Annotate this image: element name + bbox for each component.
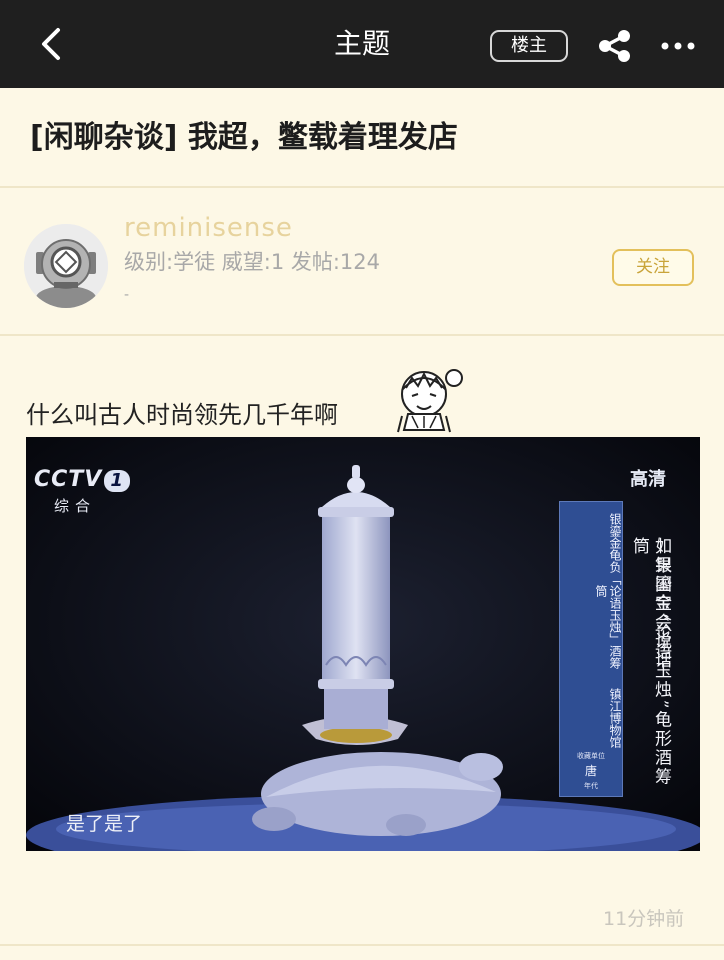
avatar[interactable]	[24, 224, 108, 308]
era-label: 年代	[584, 782, 598, 790]
share-icon	[599, 30, 630, 62]
share-button[interactable]	[596, 28, 634, 64]
holder-label: 收藏单位	[577, 752, 605, 760]
era-value: 唐	[584, 764, 597, 778]
post-timestamp: 11分钟前	[603, 908, 685, 930]
op-only-button[interactable]: 楼主	[490, 30, 568, 62]
museum-name: 镇江博物馆	[608, 688, 622, 748]
channel-logo-text: CCTV	[34, 467, 103, 492]
divider	[0, 186, 724, 188]
artifact-info-panel: 银鎏金龟负「论语玉烛」酒筹筒 镇江博物馆 收藏单位 唐 年代	[559, 501, 623, 797]
divider	[0, 944, 724, 946]
channel-name: 综合	[54, 497, 97, 515]
more-button[interactable]	[660, 34, 696, 58]
video-subtitle: 是了是了	[66, 813, 143, 835]
username[interactable]: reminisense	[124, 211, 293, 245]
artifact-name: 银鎏金龟负「论语玉烛」酒筹筒	[594, 513, 622, 669]
follow-button[interactable]: 关注	[612, 249, 694, 286]
hd-label: 高清	[630, 469, 666, 490]
anime-girl-sticker-icon	[384, 360, 466, 436]
user-stats: 级别:学徒 威望:1 发帖:124	[124, 250, 381, 274]
more-dots-icon	[661, 42, 695, 50]
thread-title: [闲聊杂谈] 我超，鳖载着理发店	[30, 120, 458, 155]
post-text: 什么叫古人时尚领先几千年啊	[26, 401, 338, 429]
diving-helmet-avatar-icon	[24, 224, 108, 308]
divider	[0, 334, 724, 336]
post-image[interactable]: CCTV 1 综合 高清 银鎏金龟负「论语玉烛」酒筹筒 镇江博物馆 收藏单位 唐 …	[26, 437, 700, 851]
channel-logo: CCTV 1	[34, 467, 130, 492]
top-bar: 主题 楼主	[0, 0, 724, 88]
channel-number: 1	[104, 470, 130, 492]
episode-title: —银鎏金“论语玉烛”龟形酒筹筒	[629, 537, 671, 787]
user-signature: -	[124, 287, 130, 303]
